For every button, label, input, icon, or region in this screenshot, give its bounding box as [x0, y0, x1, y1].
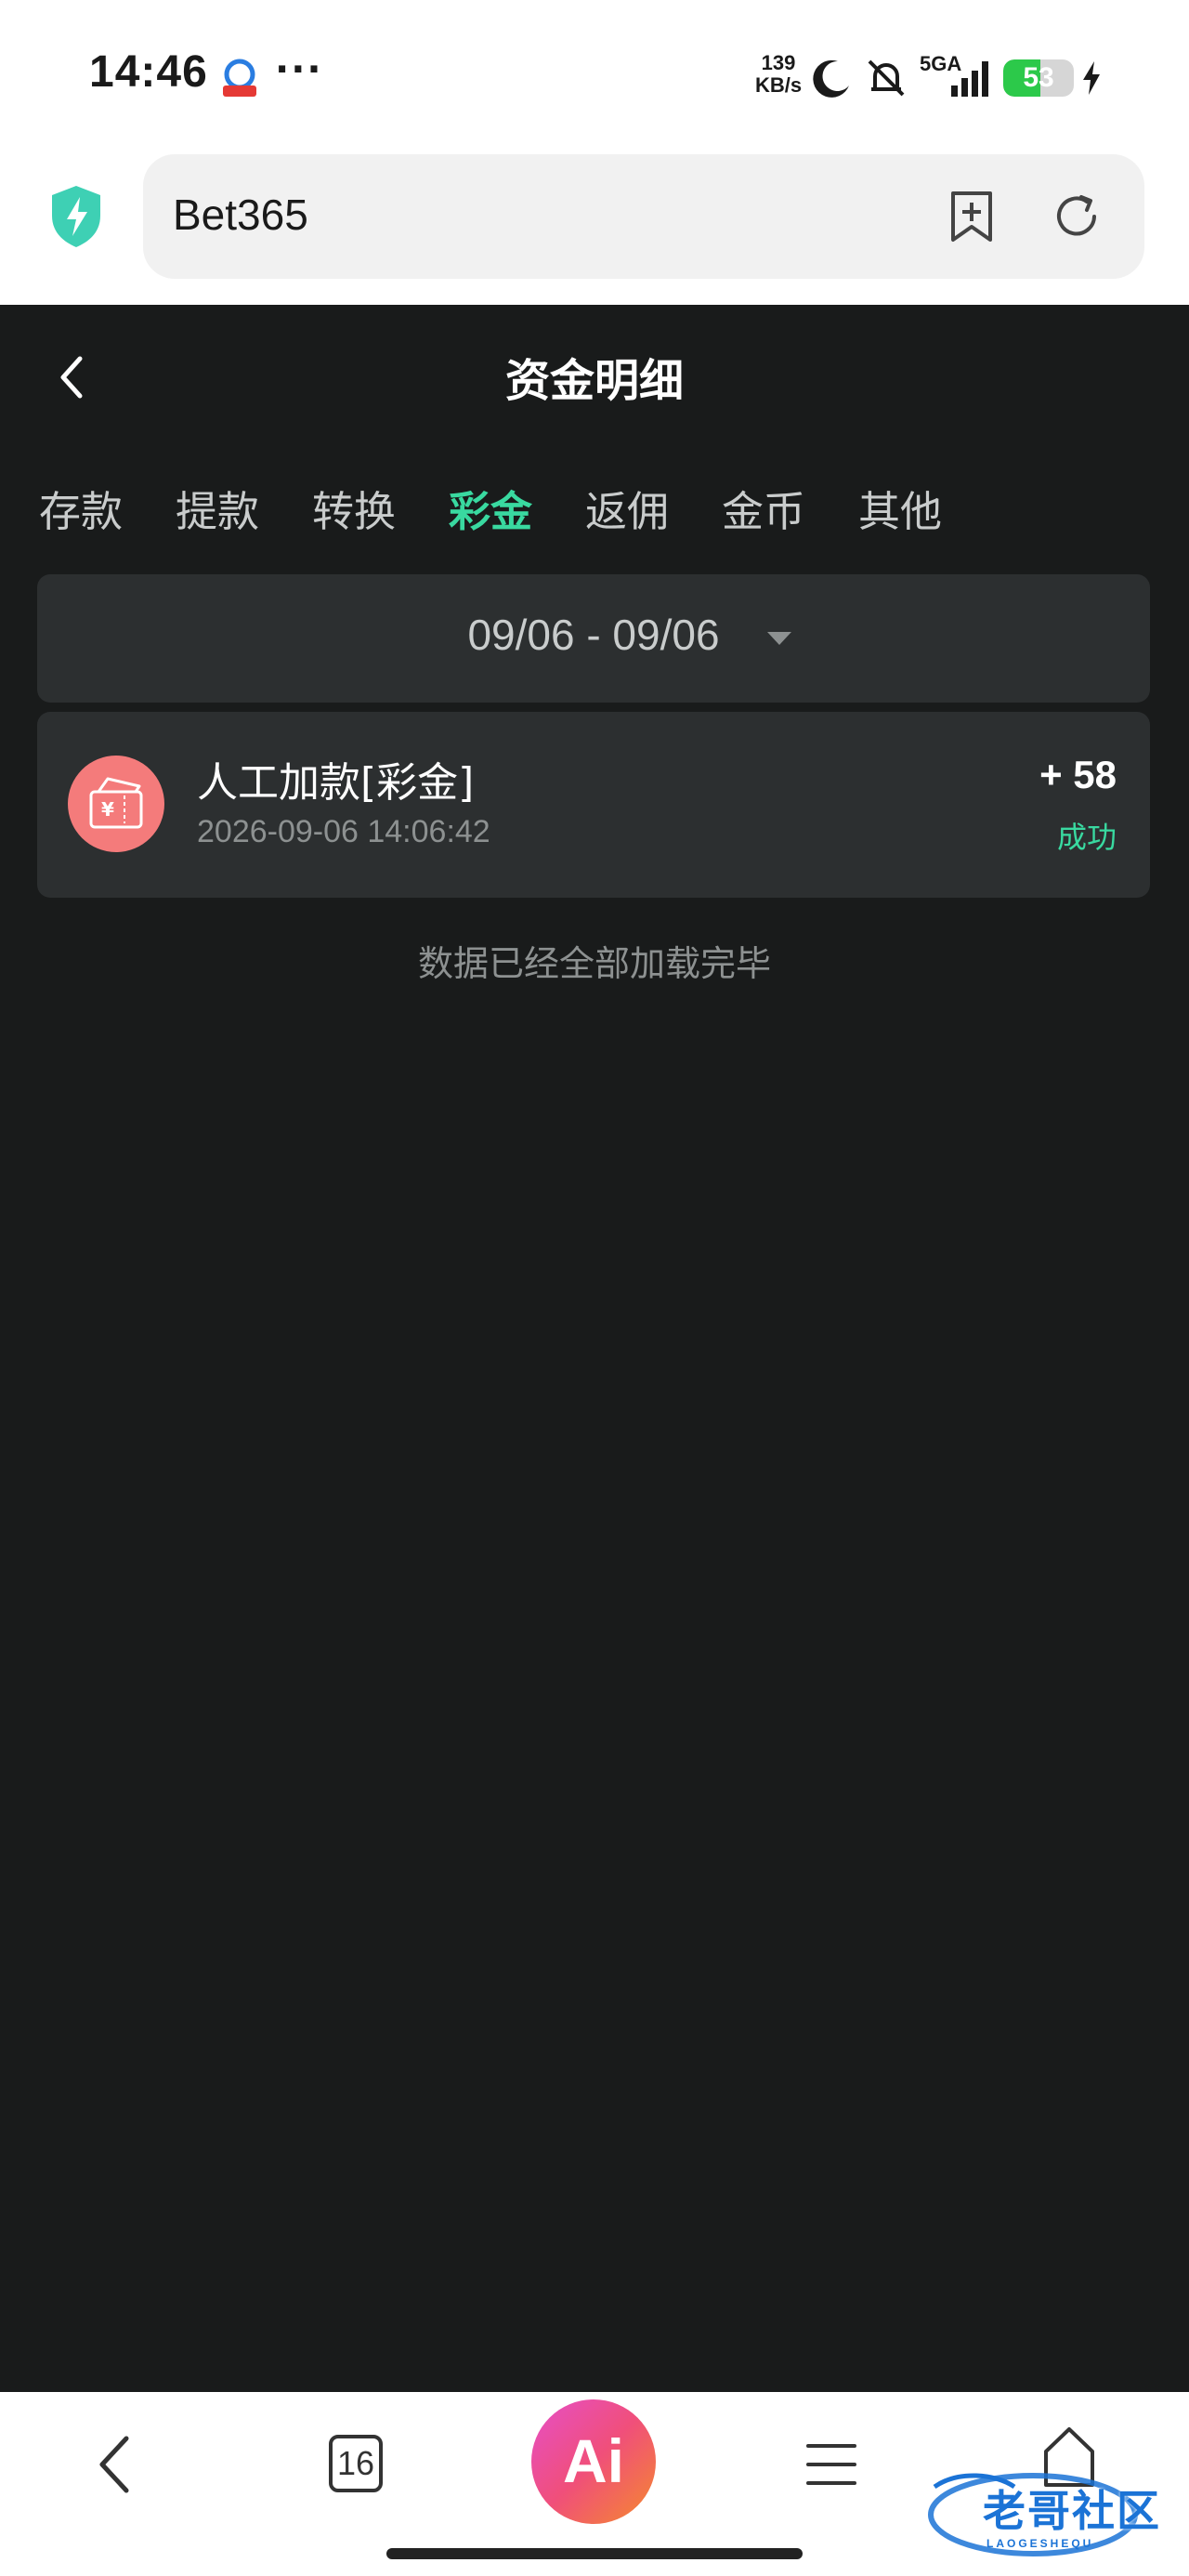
charging-icon [1083, 61, 1100, 95]
battery-indicator: 53 [1003, 59, 1074, 97]
transaction-title: 人工加款[彩金] [197, 759, 475, 807]
load-complete-text: 数据已经全部加载完毕 [417, 943, 771, 984]
bookmark-add-icon[interactable] [944, 188, 1000, 245]
tab-rebate[interactable]: 返佣 [585, 478, 669, 538]
tab-deposit[interactable]: 存款 [39, 478, 123, 538]
tab-other[interactable]: 其他 [858, 478, 942, 538]
date-range-text: 09/06 - 09/06 [467, 611, 720, 659]
transaction-time: 2026-09-06 14:06:42 [197, 814, 490, 849]
caret-down-icon [767, 632, 791, 645]
net-speed: 139 KB/s [754, 51, 803, 97]
status-bar: 14:46 ··· 139 KB/s 5GA 53 [0, 0, 1189, 149]
ai-label: Ai [563, 2426, 624, 2495]
address-bar[interactable]: Bet365 [143, 154, 1144, 279]
list-item[interactable]: ¥ 人工加款[彩金] 2026-09-06 14:06:42 + 58 成功 [37, 712, 1150, 898]
watermark-subtext: LAOGESHEQU [986, 2537, 1094, 2550]
bell-off-icon [868, 59, 905, 97]
status-time: 14:46 [89, 47, 208, 97]
tab-transfer[interactable]: 转换 [312, 478, 396, 538]
browser-bar: Bet365 [0, 149, 1189, 305]
tab-withdraw[interactable]: 提款 [176, 478, 259, 538]
shield-icon[interactable] [48, 184, 104, 249]
tab-coins[interactable]: 金币 [722, 478, 805, 538]
page-title: 资金明细 [504, 355, 684, 407]
tab-bonus[interactable]: 彩金 [449, 478, 532, 538]
menu-icon[interactable] [804, 2438, 858, 2491]
app-notification-icon [223, 59, 256, 97]
tabs-count: 16 [336, 2444, 375, 2482]
signal-icon [951, 61, 988, 97]
more-notifications-icon: ··· [275, 48, 323, 91]
reload-icon[interactable] [1050, 190, 1104, 243]
url-text: Bet365 [173, 191, 308, 239]
svg-text:¥: ¥ [101, 798, 114, 821]
red-envelope-icon: ¥ [68, 756, 164, 852]
page-header: 资金明细 [0, 305, 1189, 444]
moon-icon [813, 59, 849, 98]
nav-back-icon[interactable] [89, 2429, 141, 2500]
transaction-status: 成功 [1056, 820, 1117, 855]
date-range-selector[interactable]: 09/06 - 09/06 [37, 574, 1150, 703]
battery-level: 53 [1023, 62, 1054, 93]
home-indicator[interactable] [386, 2548, 803, 2559]
watermark-text: 老哥社区 [983, 2486, 1161, 2536]
transaction-amount: + 58 [1039, 753, 1117, 796]
